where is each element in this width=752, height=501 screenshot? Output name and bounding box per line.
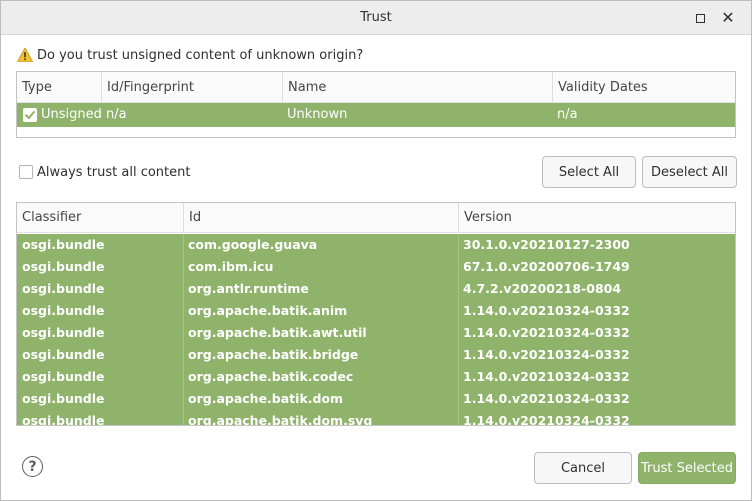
select-all-button[interactable]: Select All [542, 156, 636, 188]
unit-row[interactable]: osgi.bundle com.google.guava 30.1.0.v20210… [17, 234, 735, 256]
unit-id: org.apache.batik.awt.util [188, 325, 367, 340]
unit-version: 1.14.0.v20210324-0332 [463, 391, 630, 406]
column-header-type[interactable]: Type [17, 72, 101, 103]
signer-checkbox[interactable] [23, 108, 37, 122]
maximize-button[interactable] [691, 9, 709, 27]
unit-id: com.ibm.icu [188, 259, 274, 274]
cancel-button[interactable]: Cancel [534, 452, 632, 484]
unit-classifier: osgi.bundle [22, 413, 105, 426]
maximize-icon [695, 13, 705, 23]
column-header-id[interactable]: Id [183, 203, 458, 233]
unit-id: org.apache.batik.anim [188, 303, 348, 318]
units-table-body[interactable]: osgi.bundle com.google.guava 30.1.0.v20210… [17, 234, 735, 426]
unit-row[interactable]: osgi.bundle com.ibm.icu 67.1.0.v20200706-1… [17, 256, 735, 278]
signer-name: Unknown [287, 107, 348, 122]
unit-version: 1.14.0.v20210324-0332 [463, 347, 630, 362]
unit-row[interactable]: osgi.bundle org.apache.batik.awt.util 1.14… [17, 322, 735, 344]
signers-table: Type Id/Fingerprint Name Validity Dates … [16, 71, 736, 138]
column-header-validity[interactable]: Validity Dates [552, 72, 735, 103]
unit-row[interactable]: osgi.bundle org.apache.batik.bridge 1.14.0… [17, 344, 735, 366]
always-trust-label: Always trust all content [37, 164, 191, 180]
units-table: Classifier Id Version osgi.bundle com.goo… [16, 202, 736, 426]
close-button[interactable]: ✕ [719, 9, 737, 27]
column-header-classifier[interactable]: Classifier [17, 203, 183, 233]
always-trust-option[interactable]: Always trust all content [19, 164, 190, 180]
unit-id: org.apache.batik.dom [188, 391, 344, 406]
unit-row[interactable]: osgi.bundle org.apache.batik.dom 1.14.0.v2… [17, 388, 735, 410]
warning-icon [17, 47, 33, 62]
signer-fingerprint: n/a [106, 107, 127, 122]
always-trust-checkbox[interactable] [19, 165, 33, 179]
unit-version: 1.14.0.v20210324-0332 [463, 325, 630, 340]
signers-table-header: Type Id/Fingerprint Name Validity Dates [17, 72, 735, 103]
trust-selected-button[interactable]: Trust Selected [638, 452, 736, 484]
unit-classifier: osgi.bundle [22, 237, 105, 252]
unit-row[interactable]: osgi.bundle org.apache.batik.codec 1.14.0.… [17, 366, 735, 388]
trust-dialog: Trust ✕ Do you trust unsigned content of… [0, 0, 752, 501]
unit-classifier: osgi.bundle [22, 325, 105, 340]
checkmark-icon [25, 111, 35, 119]
unit-classifier: osgi.bundle [22, 303, 105, 318]
column-header-name[interactable]: Name [282, 72, 552, 103]
unit-id: org.apache.batik.dom.svg [188, 413, 373, 426]
close-icon: ✕ [721, 8, 735, 27]
unit-version: 1.14.0.v20210324-0332 [463, 413, 630, 426]
unit-classifier: osgi.bundle [22, 281, 105, 296]
signer-type: Unsigned [41, 107, 102, 122]
unit-version: 67.1.0.v20200706-1749 [463, 259, 630, 274]
unit-classifier: osgi.bundle [22, 259, 105, 274]
trust-question: Do you trust unsigned content of unknown… [17, 46, 363, 64]
unit-id: com.google.guava [188, 237, 318, 252]
unit-id: org.apache.batik.bridge [188, 347, 359, 362]
column-header-fingerprint[interactable]: Id/Fingerprint [101, 72, 282, 103]
column-header-version[interactable]: Version [458, 203, 735, 233]
unit-classifier: osgi.bundle [22, 391, 105, 406]
unit-classifier: osgi.bundle [22, 369, 105, 384]
question-text: Do you trust unsigned content of unknown… [37, 47, 364, 63]
unit-version: 1.14.0.v20210324-0332 [463, 303, 630, 318]
unit-version: 30.1.0.v20210127-2300 [463, 237, 630, 252]
unit-row[interactable]: osgi.bundle org.apache.batik.anim 1.14.0.v… [17, 300, 735, 322]
unit-classifier: osgi.bundle [22, 347, 105, 362]
units-table-header: Classifier Id Version [17, 203, 735, 233]
unit-version: 1.14.0.v20210324-0332 [463, 369, 630, 384]
unit-row[interactable]: osgi.bundle org.apache.batik.dom.svg 1.14.… [17, 410, 735, 426]
title-bar: Trust ✕ [1, 1, 751, 35]
signer-row[interactable]: Unsigned n/a Unknown n/a [17, 103, 735, 127]
unit-id: org.antlr.runtime [188, 281, 309, 296]
window-title: Trust [360, 10, 392, 25]
signer-validity: n/a [557, 107, 578, 122]
unit-version: 4.7.2.v20200218-0804 [463, 281, 622, 296]
unit-row[interactable]: osgi.bundle org.antlr.runtime 4.7.2.v20200… [17, 278, 735, 300]
help-icon[interactable]: ? [22, 456, 43, 477]
deselect-all-button[interactable]: Deselect All [642, 156, 737, 188]
unit-id: org.apache.batik.codec [188, 369, 354, 384]
